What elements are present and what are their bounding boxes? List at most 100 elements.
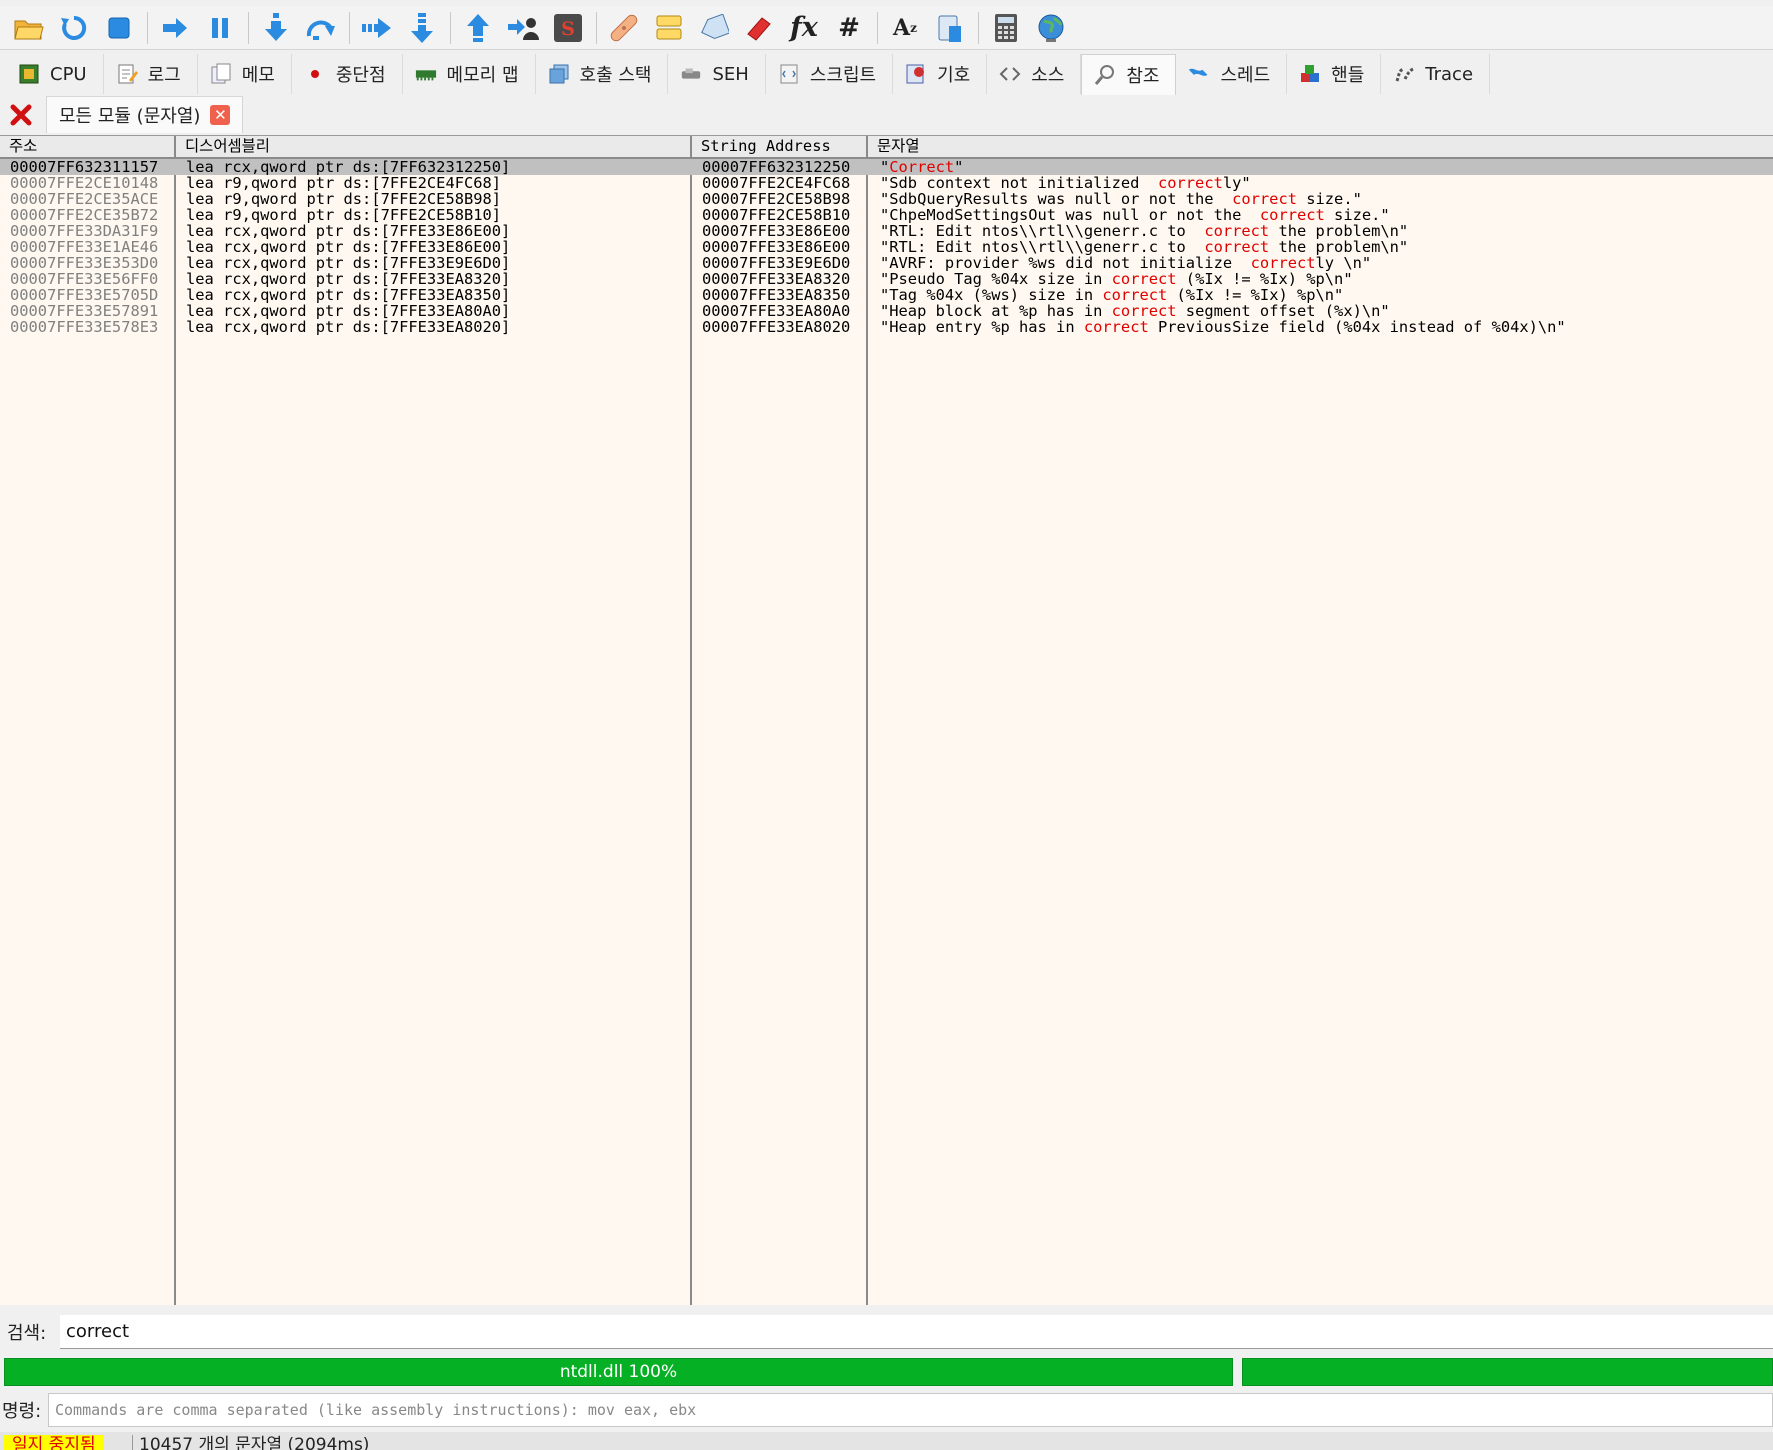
function-icon[interactable]: fx	[785, 9, 823, 47]
tab-trace[interactable]: Trace	[1381, 54, 1491, 94]
font-icon[interactable]: Az	[886, 9, 924, 47]
string-cell: "AVRF: provider %ws did not initialize c…	[880, 255, 1371, 271]
tab-label: 스레드	[1220, 65, 1271, 86]
run-icon[interactable]	[156, 9, 194, 47]
close-icon[interactable]: ✕	[210, 105, 231, 125]
tab-label: Trace	[1425, 63, 1474, 85]
string-cell: "RTL: Edit ntos\\rtl\\generr.c to correc…	[880, 223, 1408, 239]
table-row[interactable]: 00007FFE33E57891 lea rcx,qword ptr ds:[7F…	[0, 303, 1773, 319]
tab-source[interactable]: 소스	[987, 54, 1082, 94]
tab-notes[interactable]: 메모	[198, 54, 292, 94]
address-cell: 00007FFE2CE35B72	[10, 206, 159, 224]
tab-breakpoints[interactable]: 중단점	[292, 54, 403, 94]
column-header-disassembly[interactable]: 디스어셈블리	[176, 136, 692, 157]
disassembly-cell: lea rcx,qword ptr ds:[7FFE33E86E00]	[186, 222, 511, 240]
table-row[interactable]: 00007FFE2CE10148 lea r9,qword ptr ds:[7FF…	[0, 175, 1773, 191]
progress-bars: ntdll.dll 100%	[0, 1358, 1773, 1389]
log-icon	[116, 63, 138, 85]
tab-cpu[interactable]: CPU	[6, 54, 104, 94]
search-label: 검색:	[7, 1323, 47, 1344]
string-cell: "Heap block at %p has in correct segment…	[880, 303, 1390, 319]
globe-icon[interactable]	[1032, 9, 1070, 47]
disassembly-cell: lea r9,qword ptr ds:[7FFE2CE58B98]	[186, 190, 502, 208]
address-cell: 00007FFE2CE35ACE	[10, 190, 159, 208]
tab-label: 참조	[1126, 66, 1160, 87]
table-row[interactable]: 00007FF632311157 lea rcx,qword ptr ds:[7F…	[0, 159, 1773, 175]
table-row[interactable]: 00007FFE33DA31F9 lea rcx,qword ptr ds:[7F…	[0, 223, 1773, 239]
string-address-cell: 00007FFE2CE58B98	[702, 190, 851, 208]
disassembly-cell: lea r9,qword ptr ds:[7FFE2CE58B10]	[186, 206, 502, 224]
tab-label: 기호	[937, 65, 971, 86]
patch-icon[interactable]	[605, 9, 643, 47]
scylla-icon[interactable]: S	[549, 9, 587, 47]
trace-into-icon[interactable]	[358, 9, 396, 47]
progress-label: ntdll.dll 100%	[559, 1362, 678, 1382]
tab-symbols[interactable]: 기호	[893, 54, 988, 94]
string-match-highlight: correct	[1083, 318, 1149, 336]
string-address-cell: 00007FFE33E9E6D0	[702, 254, 851, 272]
stop-icon[interactable]	[100, 9, 138, 47]
hash-icon[interactable]: #	[830, 9, 868, 47]
main-toolbar: S fx # Az	[0, 6, 1773, 50]
disassembly-cell: lea rcx,qword ptr ds:[7FFE33E9E6D0]	[186, 254, 511, 272]
tab-label: 스크립트	[809, 65, 877, 86]
string-cell: "ChpeModSettingsOut was null or not the …	[880, 207, 1390, 223]
device-icon[interactable]	[931, 9, 969, 47]
trace-over-icon[interactable]	[403, 9, 441, 47]
calculator-icon[interactable]	[987, 9, 1025, 47]
trace-icon	[1393, 63, 1415, 85]
table-row[interactable]: 00007FFE2CE35B72 lea r9,qword ptr ds:[7FF…	[0, 207, 1773, 223]
table-row[interactable]: 00007FFE33E353D0 lea rcx,qword ptr ds:[7F…	[0, 255, 1773, 271]
address-cell: 00007FFE33E56FF0	[10, 270, 159, 288]
tab-memory-map[interactable]: 메모리 맵	[403, 54, 536, 94]
table-row[interactable]: 00007FFE33E56FF0 lea rcx,qword ptr ds:[7F…	[0, 271, 1773, 287]
execute-till-return-icon[interactable]	[459, 9, 497, 47]
string-address-cell: 00007FFE33EA8350	[702, 286, 851, 304]
disassembly-cell: lea r9,qword ptr ds:[7FFE2CE4FC68]	[186, 174, 502, 192]
table-row[interactable]: 00007FFE33E1AE46 lea rcx,qword ptr ds:[7F…	[0, 239, 1773, 255]
restart-icon[interactable]	[55, 9, 93, 47]
command-label: 명령:	[2, 1401, 42, 1422]
address-cell: 00007FFE33E57891	[10, 302, 159, 320]
tab-handles[interactable]: 핸들	[1287, 54, 1382, 94]
notes-icon	[210, 63, 232, 85]
table-row[interactable]: 00007FFE2CE35ACE lea r9,qword ptr ds:[7FF…	[0, 191, 1773, 207]
address-cell: 00007FFE33E1AE46	[10, 238, 159, 256]
open-icon[interactable]	[10, 9, 48, 47]
search-input[interactable]	[60, 1315, 1773, 1349]
step-into-icon[interactable]	[257, 9, 295, 47]
label-icon[interactable]	[695, 9, 733, 47]
cpu-icon	[18, 63, 40, 85]
column-header-string-address[interactable]: String Address	[692, 136, 868, 157]
bookmark-icon[interactable]	[740, 9, 778, 47]
command-input[interactable]	[48, 1393, 1773, 1427]
tab-label: 중단점	[335, 65, 386, 86]
string-cell: "Pseudo Tag %04x size in correct (%Ix !=…	[880, 271, 1353, 287]
table-row[interactable]: 00007FFE33E578E3 lea rcx,qword ptr ds:[7F…	[0, 319, 1773, 335]
source-icon	[999, 63, 1021, 85]
pause-icon[interactable]	[201, 9, 239, 47]
tab-call-stack[interactable]: 호출 스택	[536, 54, 669, 94]
tab-references[interactable]: 참조	[1081, 54, 1177, 95]
step-over-icon[interactable]	[302, 9, 340, 47]
command-bar: 명령:	[0, 1391, 1773, 1429]
tab-log[interactable]: 로그	[104, 54, 198, 94]
toolbar-separator	[596, 11, 597, 44]
column-header-address[interactable]: 주소	[0, 136, 176, 157]
close-all-icon[interactable]	[4, 98, 38, 132]
column-header-string[interactable]: 문자열	[868, 136, 1773, 157]
run-to-user-code-icon[interactable]	[504, 9, 542, 47]
tab-seh[interactable]: SEH	[668, 54, 766, 94]
disassembly-cell: lea rcx,qword ptr ds:[7FF632312250]	[186, 158, 511, 176]
tab-bar: CPU 로그 메모 중단점 메모리 맵 호출 스택 SEH 스크립트 기호 소스 참조 스레드 핸들 Tr…	[0, 52, 1773, 96]
tab-label: 메모	[241, 65, 275, 86]
comment-icon[interactable]	[650, 9, 688, 47]
table-row[interactable]: 00007FFE33E5705D lea rcx,qword ptr ds:[7F…	[0, 287, 1773, 303]
string-cell: "RTL: Edit ntos\\rtl\\generr.c to correc…	[880, 239, 1408, 255]
progress-bar-module: ntdll.dll 100%	[4, 1358, 1233, 1386]
tab-script[interactable]: 스크립트	[766, 54, 894, 94]
address-cell: 00007FFE33DA31F9	[10, 222, 159, 240]
address-cell: 00007FFE33E5705D	[10, 286, 159, 304]
subtab-all-modules-strings[interactable]: 모든 모듈 (문자열) ✕	[46, 96, 244, 133]
tab-threads[interactable]: 스레드	[1176, 54, 1288, 94]
